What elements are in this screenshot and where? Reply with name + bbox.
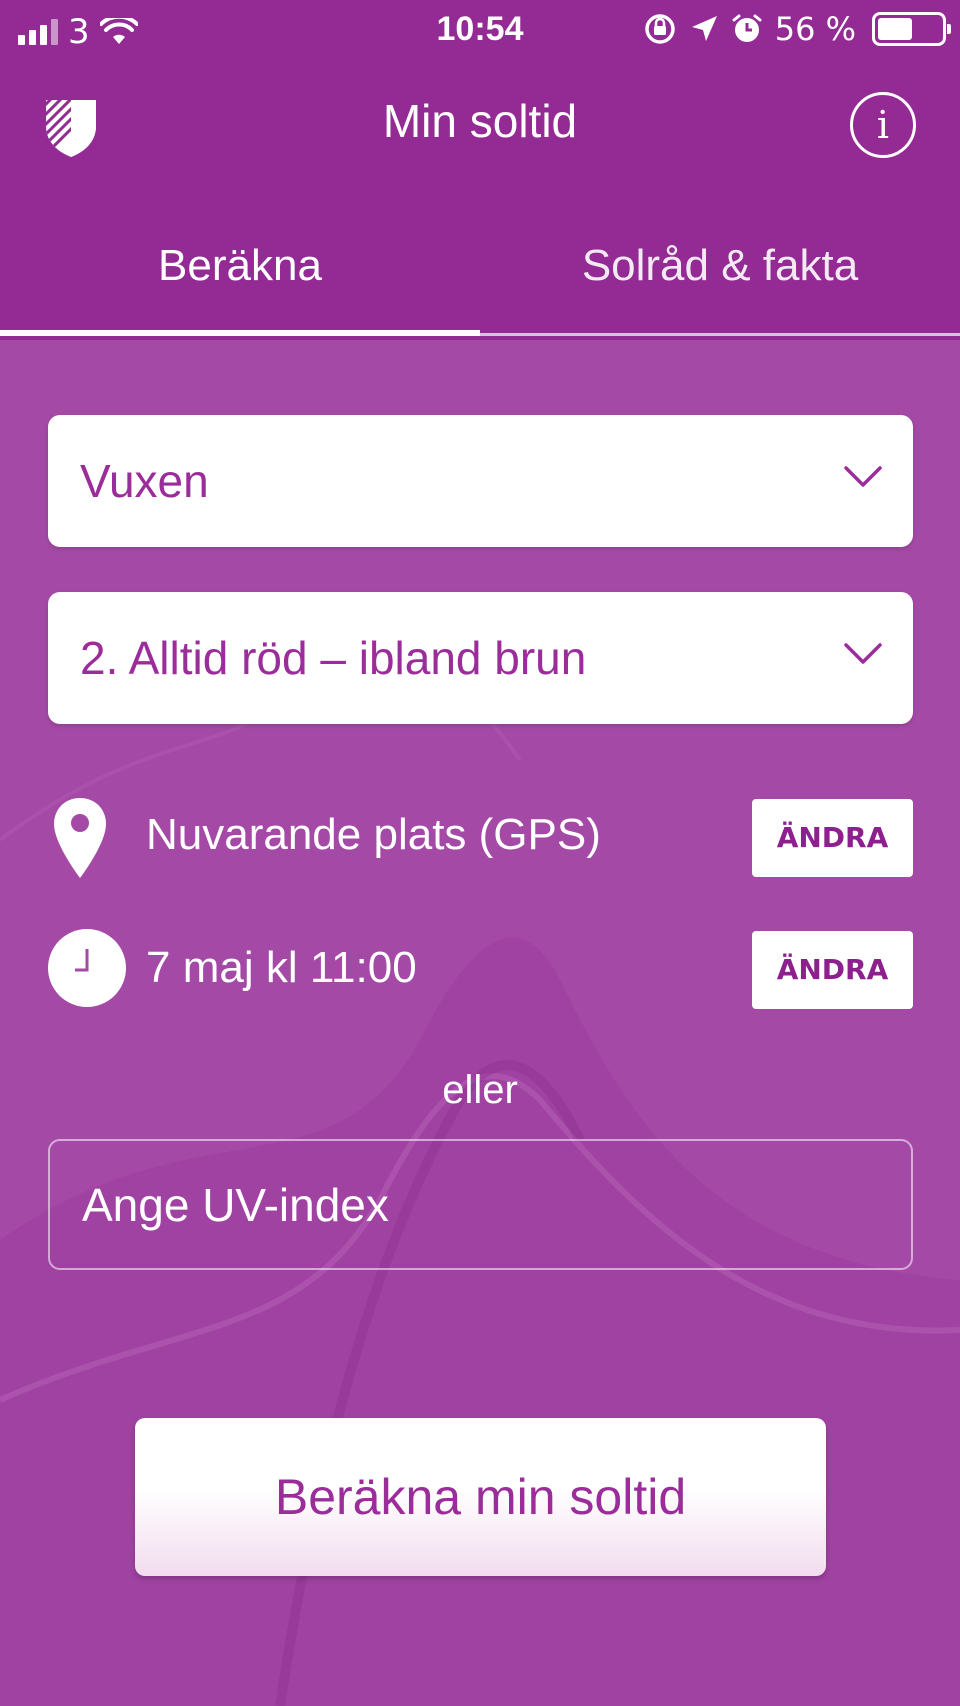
- app-header: 3 10:54 56 % Min soltid i Beräkna Solråd…: [0, 0, 960, 340]
- change-datetime-button[interactable]: ÄNDRA: [752, 931, 913, 1009]
- page-title: Min soltid: [382, 95, 578, 147]
- calculate-button[interactable]: Beräkna min soltid: [135, 1418, 826, 1576]
- tab-bar: Beräkna Solråd & fakta: [0, 224, 960, 340]
- battery-icon: [872, 12, 951, 46]
- uv-index-input[interactable]: [48, 1139, 913, 1270]
- skin-type-select-value: 2. Alltid röd – ibland brun: [80, 632, 587, 684]
- tab-berakna[interactable]: Beräkna: [0, 224, 480, 336]
- age-select-value: Vuxen: [80, 455, 209, 507]
- or-separator-text: eller: [442, 1068, 518, 1112]
- chevron-down-icon: [844, 643, 882, 664]
- location-pin-icon: [54, 798, 106, 878]
- alarm-icon: [732, 14, 762, 42]
- orientation-lock-icon: [644, 14, 675, 44]
- change-location-button[interactable]: ÄNDRA: [752, 799, 913, 877]
- datetime-text: 7 maj kl 11:00: [146, 943, 417, 992]
- nav-bar: Min soltid i: [0, 64, 960, 184]
- skin-type-select[interactable]: 2. Alltid röd – ibland brun: [48, 592, 913, 724]
- battery-percent: 56 %: [774, 10, 856, 48]
- age-select[interactable]: Vuxen: [48, 415, 913, 547]
- tab-divider-line: [480, 333, 960, 336]
- screen: 3 10:54 56 % Min soltid i Beräkna Solråd…: [0, 0, 960, 1706]
- status-right: 56 %: [643, 10, 951, 48]
- tab-solrad-fakta[interactable]: Solråd & fakta: [480, 224, 960, 336]
- status-bar: 3 10:54 56 %: [0, 0, 960, 64]
- location-text: Nuvarande plats (GPS): [146, 810, 601, 859]
- location-arrow-icon: [691, 16, 717, 41]
- chevron-down-icon: [844, 466, 882, 487]
- info-icon[interactable]: i: [850, 92, 916, 158]
- active-tab-indicator: [0, 330, 480, 336]
- clock-icon: [48, 929, 126, 1007]
